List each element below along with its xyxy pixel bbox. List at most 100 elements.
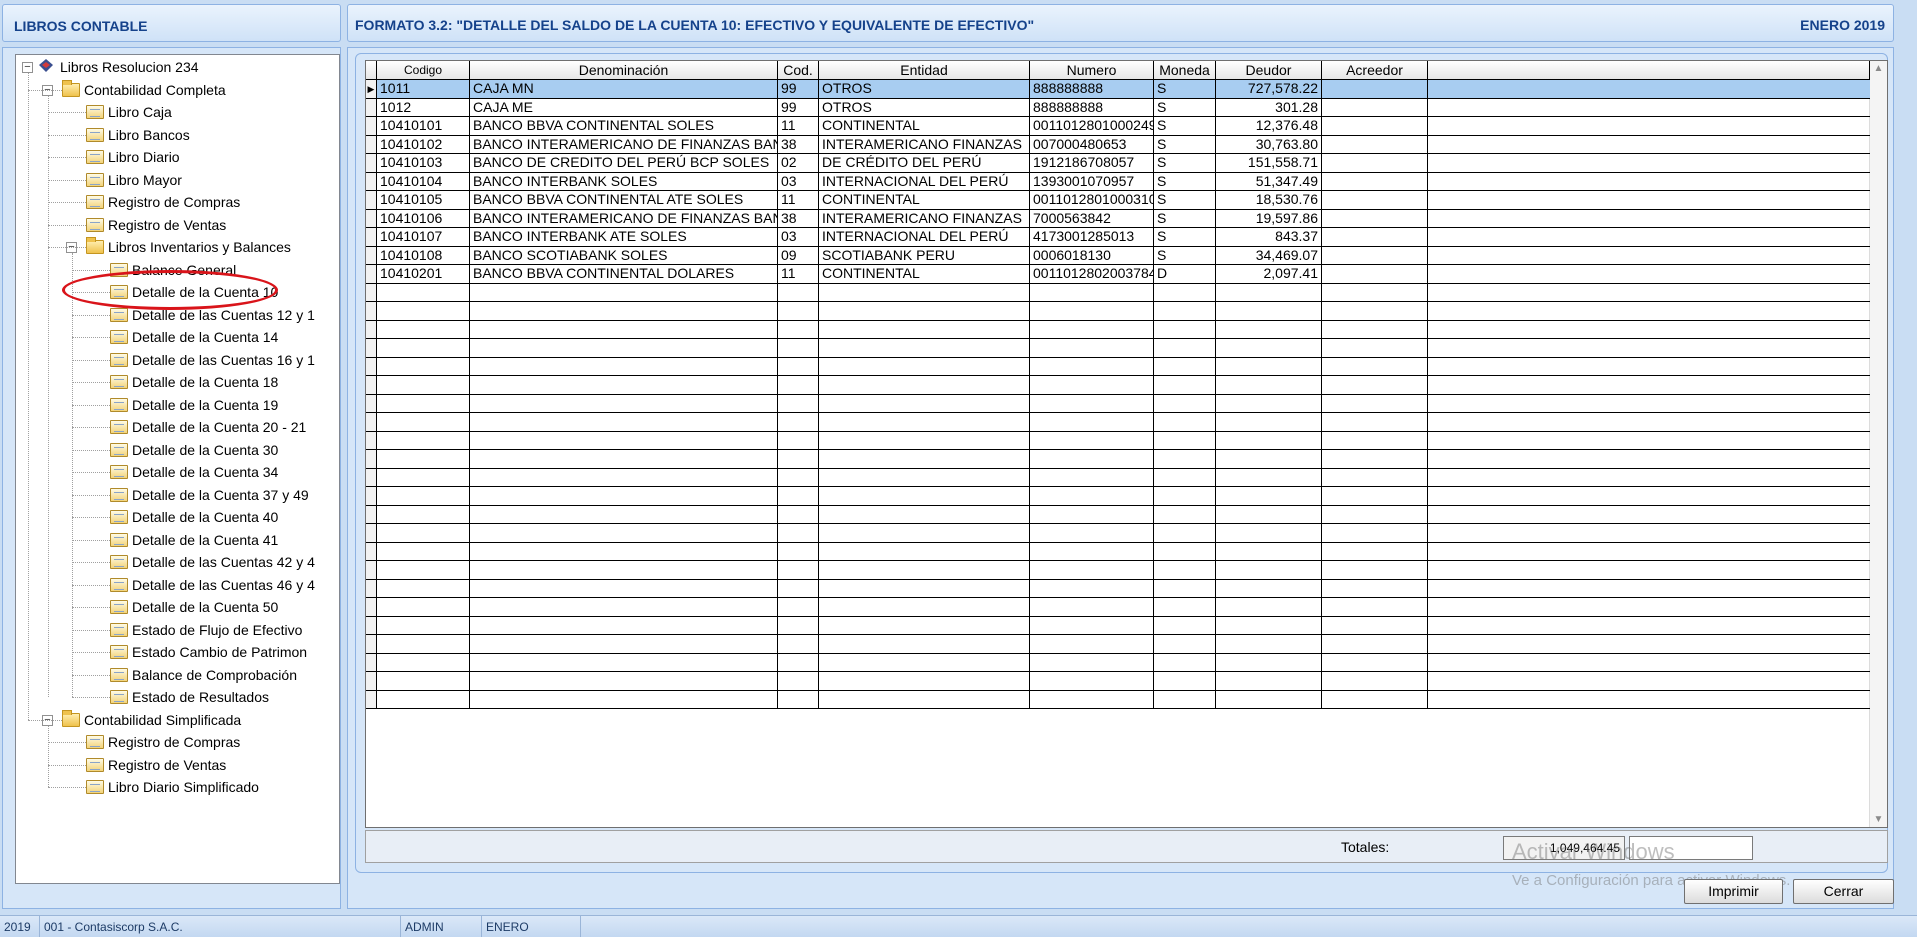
row-selector[interactable]	[366, 579, 377, 598]
table-cell[interactable]	[778, 394, 819, 413]
table-cell[interactable]: 18,530.76	[1216, 191, 1322, 210]
table-cell[interactable]	[778, 561, 819, 580]
table-cell[interactable]	[819, 468, 1030, 487]
table-cell[interactable]	[1154, 320, 1216, 339]
table-cell[interactable]	[1154, 283, 1216, 302]
table-cell[interactable]	[1322, 672, 1428, 691]
table-cell[interactable]	[778, 635, 819, 654]
table-cell[interactable]	[1322, 172, 1428, 191]
table-cell[interactable]	[377, 672, 470, 691]
table-cell[interactable]	[1216, 394, 1322, 413]
table-cell[interactable]	[819, 616, 1030, 635]
row-selector[interactable]	[366, 542, 377, 561]
tree-node[interactable]: Libro Bancos	[16, 124, 339, 146]
table-cell[interactable]	[470, 468, 778, 487]
table-cell[interactable]	[1154, 690, 1216, 709]
table-row[interactable]	[366, 487, 1870, 506]
row-selector[interactable]	[366, 209, 377, 228]
table-cell[interactable]: 30,763.80	[1216, 135, 1322, 154]
tree-node[interactable]: Detalle de la Cuenta 34	[16, 461, 339, 483]
tree-node[interactable]: Detalle de la Cuenta 19	[16, 394, 339, 416]
table-row[interactable]	[366, 542, 1870, 561]
table-cell[interactable]: 99	[778, 98, 819, 117]
table-cell[interactable]	[819, 672, 1030, 691]
table-cell[interactable]	[1216, 672, 1322, 691]
table-cell[interactable]: 03	[778, 228, 819, 247]
table-cell[interactable]	[1154, 413, 1216, 432]
table-cell[interactable]	[1030, 672, 1154, 691]
table-cell[interactable]	[819, 357, 1030, 376]
table-cell[interactable]: 11	[778, 265, 819, 284]
row-selector[interactable]	[366, 653, 377, 672]
column-header[interactable]: Entidad	[819, 61, 1030, 80]
table-cell[interactable]	[1322, 339, 1428, 358]
table-cell[interactable]	[1216, 376, 1322, 395]
table-cell[interactable]: DE CRÉDITO DEL PERÚ	[819, 154, 1030, 173]
table-cell[interactable]	[819, 320, 1030, 339]
table-cell[interactable]	[1322, 487, 1428, 506]
table-cell[interactable]	[1154, 653, 1216, 672]
table-cell[interactable]	[1322, 450, 1428, 469]
table-cell[interactable]	[778, 302, 819, 321]
table-cell[interactable]	[1216, 320, 1322, 339]
table-cell[interactable]: SCOTIABANK PERU	[819, 246, 1030, 265]
row-selector[interactable]	[366, 98, 377, 117]
table-cell[interactable]: 99	[778, 80, 819, 99]
table-cell[interactable]	[1154, 450, 1216, 469]
table-cell[interactable]	[1322, 246, 1428, 265]
table-cell[interactable]	[470, 450, 778, 469]
tree-node[interactable]: − Contabilidad Simplificada	[16, 709, 339, 731]
table-row[interactable]: ▶ 1011 CAJA MN 99 OTROS 888888888 S 727,578.22	[366, 80, 1870, 99]
table-row[interactable]	[366, 505, 1870, 524]
tree-node[interactable]: Detalle de la Cuenta 20 - 21	[16, 416, 339, 438]
table-cell[interactable]	[1030, 579, 1154, 598]
table-cell[interactable]	[470, 320, 778, 339]
table-cell[interactable]	[1216, 468, 1322, 487]
table-cell[interactable]	[778, 339, 819, 358]
table-cell[interactable]: S	[1154, 172, 1216, 191]
tree-node[interactable]: Estado de Resultados	[16, 686, 339, 708]
table-cell[interactable]	[819, 394, 1030, 413]
table-cell[interactable]: 888888888	[1030, 98, 1154, 117]
table-cell[interactable]	[1154, 339, 1216, 358]
scroll-down-icon[interactable]: ▼	[1870, 814, 1887, 825]
table-row[interactable]	[366, 524, 1870, 543]
table-row[interactable]: 10410105 BANCO BBVA CONTINENTAL ATE SOLES…	[366, 191, 1870, 210]
table-cell[interactable]: 38	[778, 135, 819, 154]
table-cell[interactable]: 19,597.86	[1216, 209, 1322, 228]
table-cell[interactable]	[819, 542, 1030, 561]
table-cell[interactable]: 00110128020037843	[1030, 265, 1154, 284]
table-cell[interactable]	[1154, 394, 1216, 413]
table-cell[interactable]	[470, 376, 778, 395]
table-cell[interactable]: 10410108	[377, 246, 470, 265]
tree-node[interactable]: Detalle de la Cuenta 40	[16, 506, 339, 528]
table-cell[interactable]: INTERNACIONAL DEL PERÚ	[819, 228, 1030, 247]
tree-node[interactable]: Libro Diario	[16, 146, 339, 168]
table-cell[interactable]: INTERNACIONAL DEL PERÚ	[819, 172, 1030, 191]
table-cell[interactable]	[1154, 561, 1216, 580]
table-cell[interactable]: BANCO BBVA CONTINENTAL ATE SOLES	[470, 191, 778, 210]
table-cell[interactable]: 1011	[377, 80, 470, 99]
table-cell[interactable]: 1912186708057	[1030, 154, 1154, 173]
table-row[interactable]	[366, 302, 1870, 321]
table-cell[interactable]	[778, 468, 819, 487]
table-row[interactable]	[366, 635, 1870, 654]
table-row[interactable]	[366, 283, 1870, 302]
table-cell[interactable]: 00110128010003100	[1030, 191, 1154, 210]
table-cell[interactable]	[778, 431, 819, 450]
column-header[interactable]: Deudor	[1216, 61, 1322, 80]
table-cell[interactable]	[470, 505, 778, 524]
table-cell[interactable]: 12,376.48	[1216, 117, 1322, 136]
tree-node[interactable]: − Contabilidad Completa	[16, 79, 339, 101]
table-cell[interactable]	[470, 542, 778, 561]
table-cell[interactable]: OTROS	[819, 80, 1030, 99]
table-cell[interactable]	[377, 524, 470, 543]
table-cell[interactable]: 11	[778, 191, 819, 210]
table-cell[interactable]	[778, 376, 819, 395]
table-row[interactable]	[366, 690, 1870, 709]
table-cell[interactable]	[819, 505, 1030, 524]
table-cell[interactable]	[1154, 357, 1216, 376]
table-cell[interactable]	[470, 487, 778, 506]
table-row[interactable]: 10410108 BANCO SCOTIABANK SOLES 09 SCOTIABA…	[366, 246, 1870, 265]
table-cell[interactable]	[1216, 357, 1322, 376]
